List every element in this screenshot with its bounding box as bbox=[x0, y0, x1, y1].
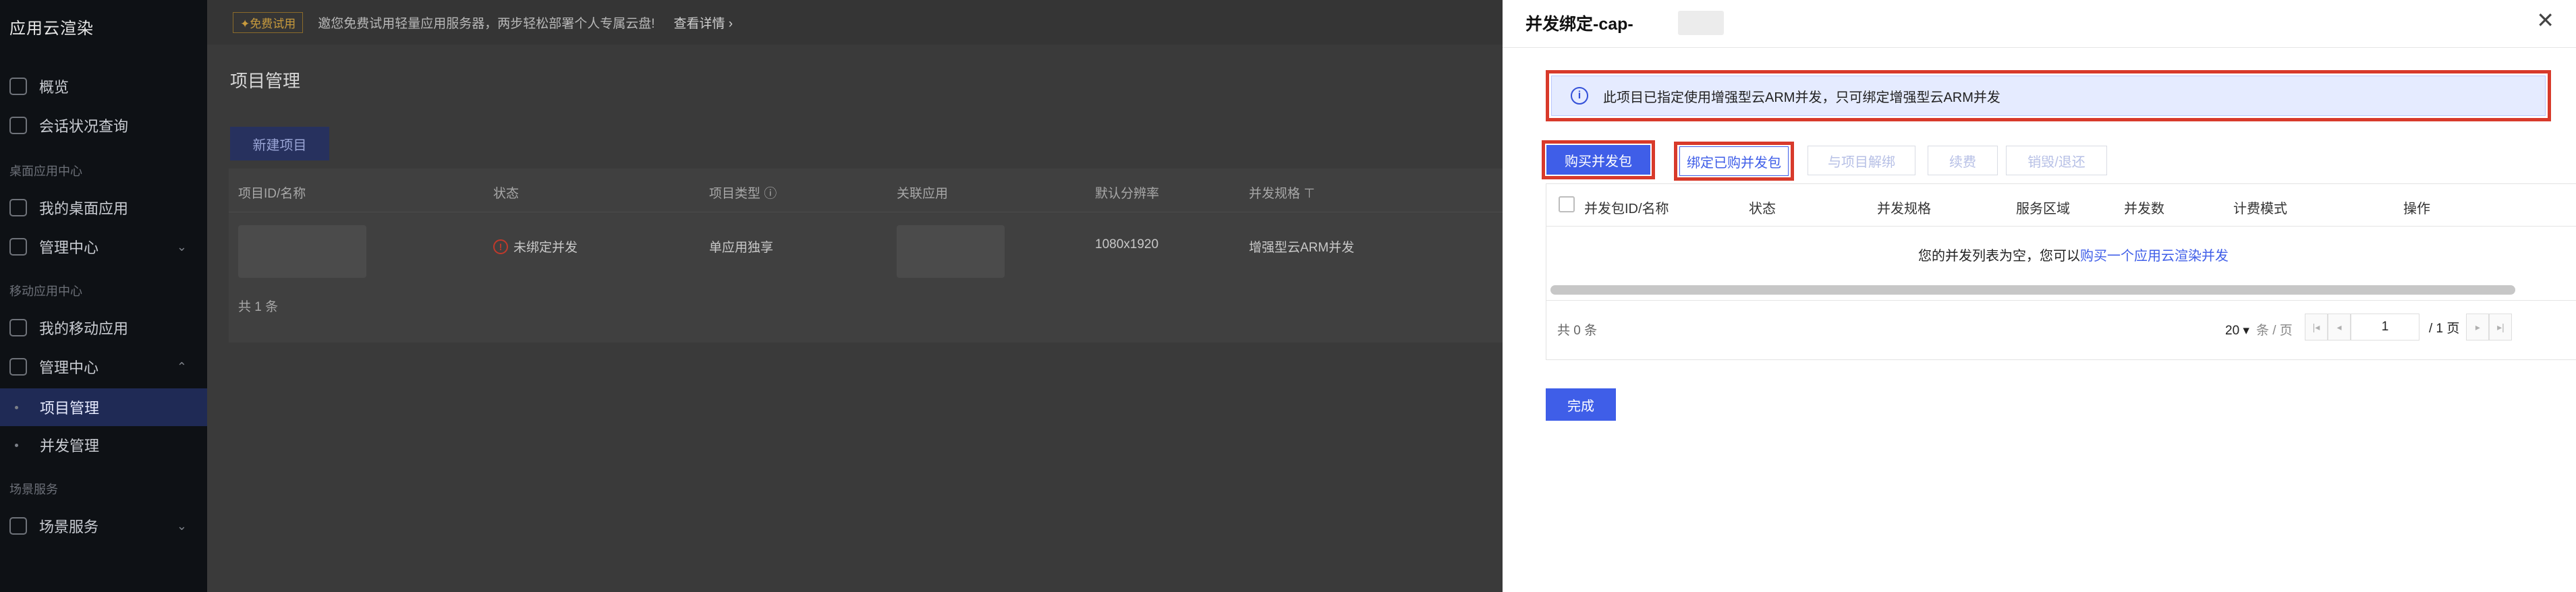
column-header-id: 项目ID/名称 bbox=[238, 187, 306, 201]
promo-tag: ✦免费试用 bbox=[233, 11, 304, 33]
sidebar-item-concurrency-manage[interactable]: 并发管理 bbox=[0, 426, 207, 464]
column-header-count: 并发数 bbox=[2124, 202, 2164, 216]
last-page-icon[interactable]: ▸| bbox=[2489, 314, 2513, 341]
divider bbox=[1503, 47, 2576, 48]
pagination: |◂ ◂ 1 / 1 页 ▸ ▸| bbox=[2305, 314, 2513, 341]
horizontal-scrollbar[interactable] bbox=[1550, 285, 2515, 295]
column-header-resolution: 默认分辨率 bbox=[1095, 187, 1160, 201]
sidebar-item-desktop-apps[interactable]: 我的桌面应用 bbox=[0, 189, 207, 227]
promo-link[interactable]: 查看详情 › bbox=[674, 13, 733, 32]
done-button[interactable]: 完成 bbox=[1546, 388, 1616, 421]
sidebar-item-label: 管理中心 bbox=[39, 239, 99, 256]
sidebar-item-label: 我的移动应用 bbox=[39, 320, 129, 337]
first-page-icon[interactable]: |◂ bbox=[2305, 314, 2328, 341]
sidebar: 应用云渲染 概览 会话状况查询 桌面应用中心 我的桌面应用 管理中心 ⌄ 移动应… bbox=[0, 0, 207, 592]
page-title: 项目管理 bbox=[230, 71, 301, 91]
main-content-overlay: ✦免费试用 邀您免费试用轻量应用服务器，两步轻松部署个人专属云盘! 查看详情 ›… bbox=[207, 0, 1503, 592]
page-input[interactable]: 1 bbox=[2351, 314, 2419, 341]
page-total: / 1 页 bbox=[2429, 321, 2460, 336]
bind-concurrency-drawer: 并发绑定-cap- ✕ i 此项目已指定使用增强型云ARM并发，只可绑定增强型云… bbox=[1503, 0, 2576, 592]
buy-concurrency-link[interactable]: 购买一个应用云渲染并发 bbox=[2080, 249, 2229, 264]
empty-text: 您的并发列表为空，您可以 bbox=[1918, 249, 2080, 264]
table-total: 共 1 条 bbox=[238, 300, 279, 314]
sidebar-item-label: 场景服务 bbox=[39, 519, 99, 535]
prev-page-icon[interactable]: ◂ bbox=[2328, 314, 2351, 341]
empty-message: 您的并发列表为空，您可以购买一个应用云渲染并发 bbox=[1546, 245, 2576, 264]
sidebar-item-desktop-manage[interactable]: 管理中心 ⌄ bbox=[0, 228, 207, 266]
info-icon: i bbox=[1571, 87, 1588, 105]
drawer-title: 并发绑定-cap- bbox=[1525, 15, 1633, 34]
table-total: 共 0 条 bbox=[1557, 324, 1598, 338]
create-project-button[interactable]: 新建项目 bbox=[230, 127, 329, 160]
info-notice: i 此项目已指定使用增强型云ARM并发，只可绑定增强型云ARM并发 bbox=[1551, 76, 2546, 116]
folder-icon bbox=[9, 358, 27, 376]
redacted-title-suffix bbox=[1678, 11, 1724, 35]
destroy-button[interactable]: 销毁/退还 bbox=[2006, 146, 2107, 175]
sidebar-item-mobile-apps[interactable]: 我的移动应用 bbox=[0, 309, 207, 347]
sidebar-item-mobile-manage[interactable]: 管理中心 ⌃ bbox=[0, 348, 207, 386]
brand-title: 应用云渲染 bbox=[9, 20, 94, 38]
renew-button[interactable]: 续费 bbox=[1928, 146, 1998, 175]
column-header-spec: 并发规格 bbox=[1877, 202, 1931, 216]
bullet-icon bbox=[15, 443, 18, 447]
concurrency-table: 并发包ID/名称 状态 并发规格 服务区域 并发数 计费模式 操作 您的并发列表… bbox=[1546, 183, 2576, 360]
table-row-type: 单应用独享 bbox=[709, 241, 774, 255]
warning-icon: ! bbox=[493, 239, 508, 254]
column-header-type: 项目类型 ⓘ bbox=[709, 187, 777, 201]
sidebar-item-session[interactable]: 会话状况查询 bbox=[0, 107, 207, 144]
sidebar-item-project-manage[interactable]: 项目管理 bbox=[0, 388, 207, 426]
unbind-button[interactable]: 与项目解绑 bbox=[1808, 146, 1915, 175]
bind-purchased-button[interactable]: 绑定已购并发包 bbox=[1679, 146, 1789, 176]
folder-icon bbox=[9, 238, 27, 256]
column-header-billing: 计费模式 bbox=[2233, 202, 2287, 216]
sidebar-item-label: 我的桌面应用 bbox=[39, 200, 129, 217]
page-size-value: 20 ▾ bbox=[2225, 324, 2249, 338]
sidebar-group-desktop: 桌面应用中心 bbox=[9, 165, 82, 178]
divider bbox=[1546, 226, 2576, 227]
chevron-down-icon: ⌄ bbox=[176, 239, 187, 254]
select-all-checkbox[interactable] bbox=[1559, 196, 1575, 212]
notice-text: 此项目已指定使用增强型云ARM并发，只可绑定增强型云ARM并发 bbox=[1603, 90, 2000, 105]
promo-text: 邀您免费试用轻量应用服务器，两步轻松部署个人专属云盘! bbox=[318, 16, 655, 31]
layout-icon bbox=[9, 517, 27, 535]
column-header-app: 关联应用 bbox=[897, 187, 949, 201]
notice-highlight: i 此项目已指定使用增强型云ARM并发，只可绑定增强型云ARM并发 bbox=[1546, 70, 2551, 121]
sidebar-item-label: 管理中心 bbox=[39, 359, 99, 376]
sidebar-item-label: 项目管理 bbox=[40, 400, 100, 417]
page-size-select[interactable]: 20 ▾ 条 / 页 bbox=[2225, 320, 2293, 338]
sidebar-item-overview[interactable]: 概览 bbox=[0, 67, 207, 105]
column-header-status: 状态 bbox=[493, 187, 520, 201]
chart-icon bbox=[9, 117, 27, 134]
chevron-up-icon: ⌃ bbox=[176, 359, 187, 374]
chevron-down-icon: ⌄ bbox=[176, 519, 187, 533]
sidebar-item-label: 会话状况查询 bbox=[39, 118, 129, 135]
sidebar-group-scene: 场景服务 bbox=[9, 483, 58, 496]
project-table: 项目ID/名称 状态 项目类型 ⓘ 关联应用 默认分辨率 并发规格 ⊤ ! 未绑… bbox=[229, 169, 1503, 343]
bullet-icon bbox=[15, 405, 18, 409]
status-text: 未绑定并发 bbox=[513, 241, 578, 255]
cube-icon bbox=[9, 199, 27, 216]
divider bbox=[1546, 300, 2576, 301]
redacted-app bbox=[897, 225, 1005, 278]
column-header-status: 状态 bbox=[1749, 202, 1776, 216]
promo-banner: ✦免费试用 邀您免费试用轻量应用服务器，两步轻松部署个人专属云盘! 查看详情 › bbox=[207, 0, 1503, 45]
sidebar-group-mobile: 移动应用中心 bbox=[9, 285, 82, 298]
table-row-status: ! 未绑定并发 bbox=[493, 237, 578, 256]
table-row-resolution: 1080x1920 bbox=[1095, 237, 1159, 251]
buy-concurrency-button[interactable]: 购买并发包 bbox=[1546, 145, 1650, 175]
close-icon[interactable]: ✕ bbox=[2536, 9, 2554, 31]
column-header-id: 并发包ID/名称 bbox=[1584, 202, 1669, 216]
sidebar-item-label: 概览 bbox=[39, 79, 69, 96]
redacted-project-id bbox=[238, 225, 366, 278]
table-row-spec: 增强型云ARM并发 bbox=[1249, 241, 1355, 255]
grid-icon bbox=[9, 78, 27, 95]
phone-icon bbox=[9, 319, 27, 336]
sidebar-item-label: 并发管理 bbox=[40, 438, 100, 454]
column-header-spec[interactable]: 并发规格 ⊤ bbox=[1249, 183, 1315, 202]
sidebar-item-scene-services[interactable]: 场景服务 ⌄ bbox=[0, 507, 207, 545]
next-page-icon[interactable]: ▸ bbox=[2466, 314, 2490, 341]
page-size-unit: 条 / 页 bbox=[2256, 324, 2293, 338]
column-header-region: 服务区域 bbox=[2016, 202, 2070, 216]
column-header-action: 操作 bbox=[2403, 202, 2430, 216]
